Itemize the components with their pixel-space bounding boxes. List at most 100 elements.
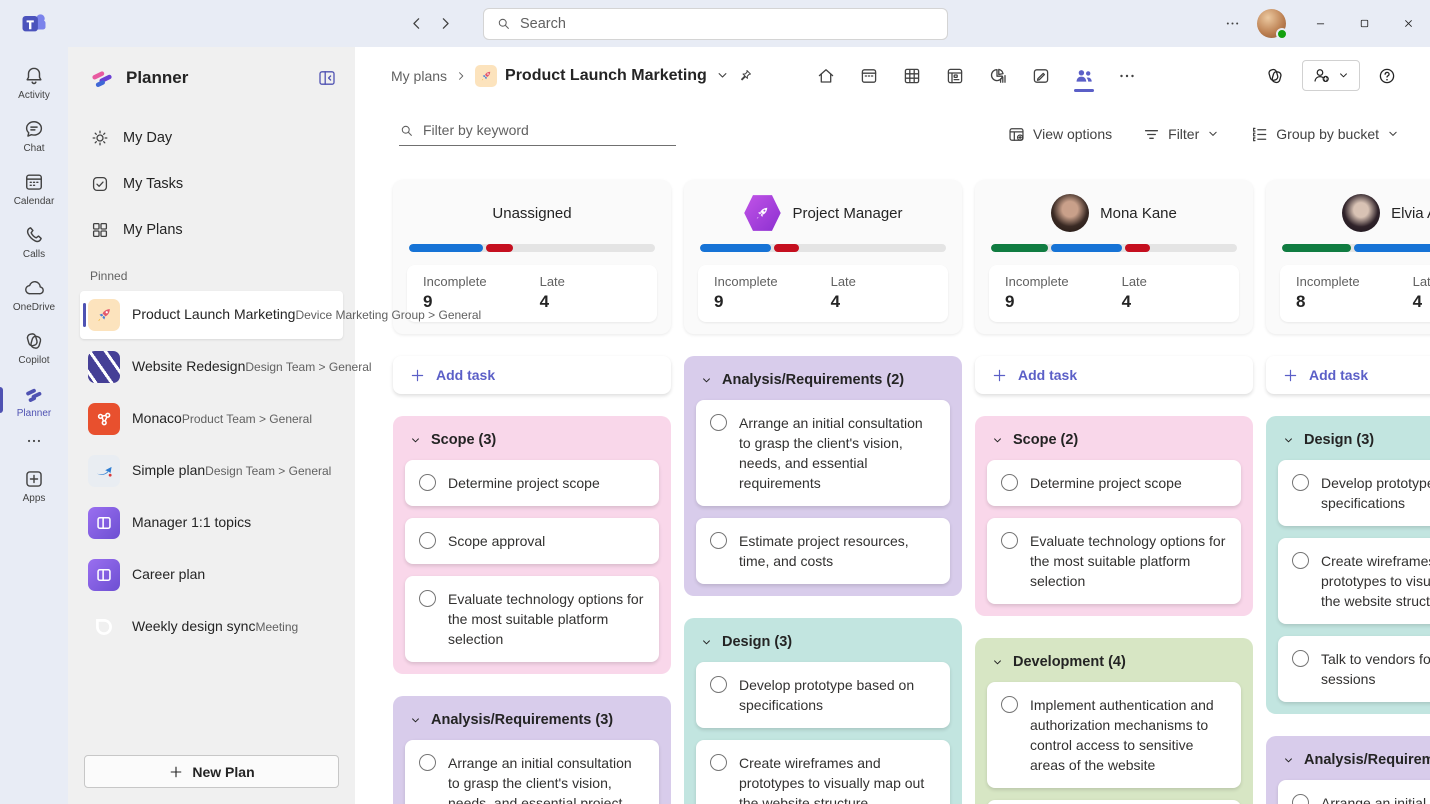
task-card[interactable]: Estimate project resources, time, and co… (696, 518, 950, 584)
complete-task-radio[interactable] (710, 754, 727, 771)
add-task-button[interactable]: Add task (393, 356, 671, 394)
complete-task-radio[interactable] (419, 532, 436, 549)
rail-item-calendar[interactable]: Calendar (0, 163, 68, 216)
view-charts-button[interactable] (981, 59, 1015, 93)
titlebar-more-button[interactable] (1215, 15, 1249, 32)
bucket-header[interactable]: Scope (2) (987, 428, 1241, 460)
copilot-button[interactable] (1260, 61, 1290, 91)
assignment-board: Unassigned Incomplete Late 9 4 Add task … (355, 158, 1430, 804)
plus-icon (409, 367, 426, 384)
sidebar-item-my-plans[interactable]: My Plans (80, 207, 343, 253)
complete-task-radio[interactable] (710, 414, 727, 431)
plan-item-simple-plan[interactable]: Simple planDesign Team > General (80, 447, 343, 495)
add-task-button[interactable]: Add task (1266, 356, 1430, 394)
view-board-button[interactable] (852, 59, 886, 93)
complete-task-radio[interactable] (1001, 474, 1018, 491)
rail-item-apps[interactable]: Apps (0, 460, 68, 513)
task-card[interactable]: Evaluate technology options for the most… (987, 518, 1241, 604)
plan-item-website-redesign[interactable]: Website RedesignDesign Team > General (80, 343, 343, 391)
rail-item-copilot[interactable]: Copilot (0, 322, 68, 375)
view-people-button[interactable] (1067, 59, 1101, 93)
chevron-down-icon[interactable] (715, 68, 730, 83)
view-schedule-button[interactable] (938, 59, 972, 93)
task-card[interactable]: Develop prototype based on specification… (1278, 460, 1430, 526)
collapse-sidebar-button[interactable] (317, 68, 337, 88)
keyword-filter-input[interactable]: Filter by keyword (399, 122, 676, 146)
titlebar-controls (1215, 0, 1430, 47)
bucket-header[interactable]: Design (3) (1278, 428, 1430, 460)
progress-segment (486, 244, 513, 252)
task-card[interactable]: Arrange an initial consultation to grasp… (696, 400, 950, 506)
task-card[interactable] (987, 800, 1241, 804)
sidebar-item-my-tasks[interactable]: My Tasks (80, 161, 343, 207)
help-button[interactable] (1372, 61, 1402, 91)
swoosh-plan-icon (88, 455, 120, 487)
rail-item-calls[interactable]: Calls (0, 216, 68, 269)
plan-item-weekly-design-sync[interactable]: Weekly design syncMeeting (80, 603, 343, 651)
rail-item-activity[interactable]: Activity (0, 57, 68, 110)
complete-task-radio[interactable] (1292, 794, 1309, 804)
user-avatar[interactable] (1257, 9, 1286, 38)
group-by-button[interactable]: Group by bucket (1250, 125, 1400, 144)
bucket-header[interactable]: Design (3) (696, 630, 950, 662)
rail-item-onedrive[interactable]: OneDrive (0, 269, 68, 322)
bucket-header[interactable]: Analysis/Requirements (3) (405, 708, 659, 740)
sidebar-item-my-day[interactable]: My Day (80, 115, 343, 161)
rocket-plan-icon (88, 299, 120, 331)
minimize-button[interactable] (1298, 0, 1342, 47)
complete-task-radio[interactable] (710, 532, 727, 549)
chevron-down-icon (700, 636, 713, 649)
task-card[interactable]: Determine project scope (987, 460, 1241, 506)
view-home-button[interactable] (809, 59, 843, 93)
back-button[interactable] (408, 15, 425, 32)
complete-task-radio[interactable] (419, 754, 436, 771)
view-notes-button[interactable] (1024, 59, 1058, 93)
task-card[interactable]: Evaluate technology options for the most… (405, 576, 659, 662)
task-card[interactable]: Create wireframes and prototypes to visu… (696, 740, 950, 804)
task-card[interactable]: Create wireframes and prototypes to visu… (1278, 538, 1430, 624)
search-box[interactable]: Search (483, 8, 948, 40)
add-task-button[interactable]: Add task (975, 356, 1253, 394)
rail-item-planner[interactable]: Planner (0, 375, 68, 428)
task-card[interactable]: Scope approval (405, 518, 659, 564)
maximize-button[interactable] (1342, 0, 1386, 47)
complete-task-radio[interactable] (1001, 696, 1018, 713)
view-grid-button[interactable] (895, 59, 929, 93)
view-more-button[interactable] (1110, 59, 1144, 93)
incomplete-count: 8 (1296, 292, 1413, 312)
task-card[interactable]: Arrange an initial consultation to grasp… (1278, 780, 1430, 804)
view-options-button[interactable]: View options (1007, 125, 1112, 144)
pin-icon[interactable] (738, 68, 753, 83)
bucket-design: Design (3) Develop prototype based on sp… (684, 618, 962, 804)
filter-button[interactable]: Filter (1142, 125, 1220, 144)
progress-bar (1282, 244, 1430, 252)
rail-item-chat[interactable]: Chat (0, 110, 68, 163)
bucket-header[interactable]: Analysis/Requirements (2) (696, 368, 950, 400)
column-stats: Incomplete Late 9 4 (989, 265, 1239, 322)
complete-task-radio[interactable] (1001, 532, 1018, 549)
task-card[interactable]: Implement authentication and authorizati… (987, 682, 1241, 788)
task-card[interactable]: Talk to vendors for demo sessions (1278, 636, 1430, 702)
task-card[interactable]: Arrange an initial consultation to grasp… (405, 740, 659, 804)
complete-task-radio[interactable] (419, 590, 436, 607)
complete-task-radio[interactable] (419, 474, 436, 491)
complete-task-radio[interactable] (1292, 650, 1309, 667)
plan-item-product-launch-marketing[interactable]: Product Launch MarketingDevice Marketing… (80, 291, 343, 339)
complete-task-radio[interactable] (710, 676, 727, 693)
plan-item-manager-topics[interactable]: Manager 1:1 topics (80, 499, 343, 547)
complete-task-radio[interactable] (1292, 474, 1309, 491)
rail-more-button[interactable] (0, 428, 68, 460)
complete-task-radio[interactable] (1292, 552, 1309, 569)
bucket-header[interactable]: Scope (3) (405, 428, 659, 460)
share-members-button[interactable] (1302, 60, 1360, 91)
task-card[interactable]: Determine project scope (405, 460, 659, 506)
plan-item-monaco[interactable]: MonacoProduct Team > General (80, 395, 343, 443)
plan-item-career-plan[interactable]: Career plan (80, 551, 343, 599)
task-card[interactable]: Develop prototype based on specification… (696, 662, 950, 728)
breadcrumb-my-plans[interactable]: My plans (391, 68, 447, 84)
forward-button[interactable] (437, 15, 454, 32)
bucket-header[interactable]: Analysis/Requirements (2) (1278, 748, 1430, 780)
new-plan-button[interactable]: New Plan (84, 755, 339, 788)
close-button[interactable] (1386, 0, 1430, 47)
bucket-header[interactable]: Development (4) (987, 650, 1241, 682)
